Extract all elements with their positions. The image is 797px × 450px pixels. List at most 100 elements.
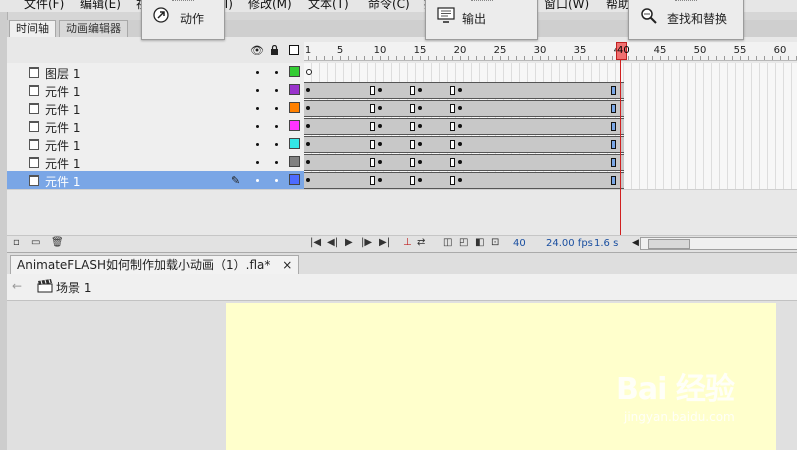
layer-color-swatch[interactable]: [289, 156, 300, 167]
end-frame[interactable]: [410, 158, 415, 167]
frame-row[interactable]: [304, 171, 797, 190]
keyframe[interactable]: [306, 88, 310, 92]
next-frame-icon[interactable]: |▶: [361, 237, 372, 248]
menu-item[interactable]: 修改(M): [248, 0, 292, 12]
keyframe[interactable]: [306, 124, 310, 128]
end-frame[interactable]: [611, 86, 616, 95]
layer-row[interactable]: 元件 1: [7, 99, 304, 118]
keyframe[interactable]: [378, 106, 382, 110]
onion-outline-icon[interactable]: ◰: [459, 237, 468, 248]
edit-multiple-icon[interactable]: ◧: [475, 237, 484, 248]
keyframe[interactable]: [458, 88, 462, 92]
panel-grip[interactable]: [675, 0, 697, 1]
layer-name[interactable]: 元件 1: [45, 155, 80, 172]
end-frame[interactable]: [370, 104, 375, 113]
frame-span[interactable]: [304, 136, 624, 153]
playhead[interactable]: 40: [616, 42, 630, 60]
end-frame[interactable]: [370, 122, 375, 131]
keyframe[interactable]: [458, 124, 462, 128]
menu-item[interactable]: 文件(F): [24, 0, 64, 12]
layer-name[interactable]: 元件 1: [45, 137, 80, 154]
lock-icon[interactable]: [270, 45, 279, 55]
keyframe[interactable]: [458, 106, 462, 110]
onion-markers-icon[interactable]: ⊡: [491, 237, 499, 248]
menu-item[interactable]: 窗口(W): [544, 0, 589, 12]
end-frame[interactable]: [450, 158, 455, 167]
menu-item[interactable]: 编辑(E): [80, 0, 121, 12]
end-frame[interactable]: [370, 86, 375, 95]
lock-dot[interactable]: [275, 179, 278, 182]
keyframe[interactable]: [378, 88, 382, 92]
layer-color-swatch[interactable]: [289, 174, 300, 185]
scene-label[interactable]: 场景 1: [56, 279, 91, 296]
layer-row[interactable]: 元件 1: [7, 81, 304, 100]
lock-dot[interactable]: [275, 89, 278, 92]
visibility-dot[interactable]: [256, 71, 259, 74]
visibility-dot[interactable]: [256, 125, 259, 128]
keyframe[interactable]: [458, 160, 462, 164]
layer-color-swatch[interactable]: [289, 66, 300, 77]
last-frame-icon[interactable]: ▶|: [379, 237, 390, 248]
keyframe[interactable]: [378, 124, 382, 128]
visibility-dot[interactable]: [256, 179, 259, 182]
end-frame[interactable]: [611, 104, 616, 113]
layer-color-swatch[interactable]: [289, 120, 300, 131]
lock-dot[interactable]: [275, 143, 278, 146]
menu-item[interactable]: 文本(T): [308, 0, 349, 12]
frame-ruler[interactable]: 151015202530354045505560: [304, 42, 797, 61]
loop-icon[interactable]: ⇄: [417, 237, 425, 248]
frame-row[interactable]: [304, 135, 797, 154]
frame-span[interactable]: [304, 82, 624, 99]
play-icon[interactable]: ▶: [345, 237, 353, 248]
frame-row[interactable]: [304, 153, 797, 172]
fps-value[interactable]: 24.00 fps: [546, 238, 593, 249]
layer-name[interactable]: 元件 1: [45, 119, 80, 136]
onion-skin-icon[interactable]: ◫: [443, 237, 452, 248]
new-layer-icon[interactable]: ▫: [13, 237, 20, 248]
current-frame-value[interactable]: 40: [513, 238, 526, 249]
frame-row[interactable]: [304, 117, 797, 136]
keyframe[interactable]: [378, 142, 382, 146]
layer-name[interactable]: 元件 1: [45, 173, 80, 190]
visibility-dot[interactable]: [256, 107, 259, 110]
keyframe[interactable]: [306, 106, 310, 110]
keyframe[interactable]: [418, 160, 422, 164]
layer-row[interactable]: 图层 1: [7, 63, 304, 82]
layer-color-swatch[interactable]: [289, 102, 300, 113]
panel-grip[interactable]: [172, 0, 194, 1]
layer-name[interactable]: 元件 1: [45, 83, 80, 100]
layer-row[interactable]: 元件 1: [7, 117, 304, 136]
scroll-left-icon[interactable]: ◀: [632, 238, 639, 248]
end-frame[interactable]: [611, 176, 616, 185]
keyframe[interactable]: [458, 178, 462, 182]
frame-span[interactable]: [304, 100, 624, 117]
keyframe[interactable]: [378, 178, 382, 182]
keyframe[interactable]: [418, 88, 422, 92]
delete-layer-icon[interactable]: 🗑: [51, 237, 64, 248]
end-frame[interactable]: [611, 140, 616, 149]
lock-dot[interactable]: [275, 107, 278, 110]
actions-panel[interactable]: 动作: [141, 0, 225, 40]
output-panel[interactable]: 输出: [425, 0, 538, 40]
layer-name[interactable]: 元件 1: [45, 101, 80, 118]
lock-dot[interactable]: [275, 125, 278, 128]
find-replace-panel[interactable]: 查找和替换: [628, 0, 744, 40]
keyframe[interactable]: [418, 142, 422, 146]
tab-motion-editor[interactable]: 动画编辑器: [59, 20, 128, 37]
end-frame[interactable]: [611, 122, 616, 131]
end-frame[interactable]: [410, 122, 415, 131]
frame-span[interactable]: [304, 154, 624, 171]
layer-row[interactable]: 元件 1 ✎: [7, 171, 304, 190]
lock-dot[interactable]: [275, 71, 278, 74]
close-tab-icon[interactable]: ×: [282, 258, 292, 272]
empty-keyframe[interactable]: [306, 69, 312, 75]
end-frame[interactable]: [410, 176, 415, 185]
frame-row[interactable]: [304, 81, 797, 100]
outline-icon[interactable]: [289, 45, 299, 55]
scrollbar-thumb[interactable]: [648, 239, 690, 249]
eye-icon[interactable]: 👁: [250, 44, 264, 57]
end-frame[interactable]: [410, 86, 415, 95]
menu-item[interactable]: 命令(C): [368, 0, 410, 12]
new-folder-icon[interactable]: ▭: [31, 237, 40, 248]
back-arrow-icon[interactable]: ←: [12, 279, 22, 293]
